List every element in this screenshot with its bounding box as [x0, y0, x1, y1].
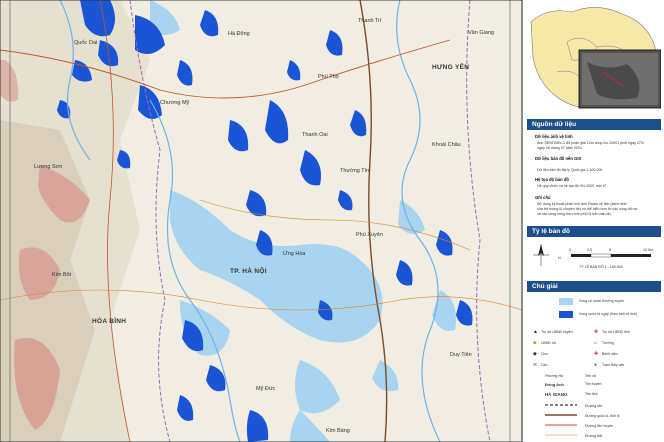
scale-tick-0: 0 [569, 248, 571, 252]
place-duy-tien: Duy Tiên [450, 352, 472, 358]
src-gis-head: Dữ liệu bản đồ nền GIS [535, 156, 582, 161]
place-phu-tho-ward: Phú Thọ [318, 74, 339, 80]
scale-bar [533, 244, 651, 266]
school-icon: ⌂ [594, 340, 598, 346]
legend-market: Chợ [541, 352, 548, 356]
place-phu-xuyen: Phú Xuyên [356, 232, 383, 238]
legend-capital: Trụ sở UBND tỉnh [602, 330, 630, 334]
legend-bridge: Cầu [541, 363, 548, 367]
legend-line-samples [545, 404, 577, 436]
place-thanh-tri: Thanh Trì [358, 18, 382, 24]
src-satellite-line2: ngày 26 tháng 07 năm 2024 [537, 146, 582, 150]
sample-ward-label: Tên xã [585, 374, 596, 378]
sources-header: Nguồn dữ liệu [527, 119, 661, 130]
legend-flood-swatch [559, 311, 573, 318]
legend-admin: Trụ sở UBND huyện [541, 330, 573, 334]
sample-province-name: HÀ GIANG [545, 392, 568, 397]
sample-district-label: Tên huyện [585, 382, 602, 386]
legend-station: Trạm thủy văn [602, 363, 625, 367]
legend-railway: Đường sắt [585, 404, 602, 408]
admin-icon: ▲ [533, 329, 538, 335]
map-info-panel: Nguồn dữ liệu Dữ liệu ảnh vệ tinh Ảnh SE… [522, 0, 664, 442]
legend-school: Trường [602, 341, 614, 345]
place-ung-hoa: Ứng Hòa [283, 251, 306, 257]
src-satellite-head: Dữ liệu ảnh vệ tinh [535, 134, 573, 139]
legend-header: Chú giải [527, 281, 661, 292]
place-chuong-my: Chương Mỹ [160, 100, 190, 106]
note-head: Ghi chú [535, 195, 551, 200]
legend-district-road: Đường liên huyện [585, 424, 613, 428]
place-thanh-oai: Thanh Oai [302, 132, 328, 138]
market-icon: ◆ [533, 351, 537, 357]
flood-map[interactable]: Quốc Oai Hà Đông Thanh Trì Chương Mỹ Tha… [0, 0, 522, 442]
place-luong-son: Lương Sơn [34, 164, 63, 170]
note-line3: và các vùng nông thực trên phủ lệ trên b… [537, 212, 612, 216]
place-my-duc: Mỹ Đức [256, 386, 276, 392]
scale-tick-3: 10 Km [643, 248, 654, 252]
legend-water-label: Vùng có nước thường xuyên [579, 299, 624, 303]
place-kim-bang: Kim Bảng [326, 428, 350, 434]
place-kim-boi: Kim Bôi [52, 272, 71, 278]
legend-highway: Đường quốc lộ, tỉnh lộ [585, 414, 620, 418]
place-ha-dong: Hà Đông [228, 31, 250, 37]
region-hung-yen: HƯNG YÊN [432, 64, 470, 71]
sample-district-name: Đông Anh [545, 382, 564, 387]
north-label: N [558, 256, 561, 260]
scale-header: Tỷ lệ bản đồ [527, 226, 661, 237]
region-tp-ha-noi: TP. HÀ NỘI [230, 268, 267, 275]
scale-tick-1: 2,5 [587, 248, 592, 252]
north-arrow-icon [533, 244, 549, 266]
bridge-icon: ≍ [533, 362, 538, 368]
legend-water-swatch [559, 298, 573, 305]
scale-caption: TỶ LỆ BẢN ĐỒ 1 : 100.000 [579, 265, 623, 269]
place-thuong-tin: Thường Tín [340, 168, 370, 174]
capital-icon: ✚ [594, 329, 599, 335]
src-crs-head: Hệ tọa độ bản đồ [535, 177, 569, 182]
place-van-giang: Văn Giang [468, 30, 494, 36]
place-khoai-chau: Khoái Châu [432, 142, 461, 148]
sample-province-label: Tên tỉnh [585, 392, 598, 396]
scale-tick-2: 5 [609, 248, 611, 252]
hospital-icon: ✚ [594, 351, 599, 357]
legend-hospital: Bệnh viện [602, 352, 618, 356]
place-quoc-oai: Quốc Oai [74, 40, 98, 46]
legend-flood-label: Vùng nước bị ngập (theo ảnh vệ tinh) [579, 312, 638, 316]
src-gis-line1: Dữ liệu bản đồ địa lý Quốc gia 1:100.000 [537, 168, 603, 172]
ward-icon: ■ [533, 340, 537, 346]
region-hoa-binh: HÒA BÌNH [92, 318, 127, 325]
src-crs-line1: Hệ quy chiếu và hệ tọa độ VN-2000, múi 6… [537, 184, 607, 188]
sample-ward-name: Phường Hà [545, 374, 563, 378]
station-icon: ● [594, 362, 598, 368]
legend-dirt-road: Đường đất [585, 434, 602, 438]
legend-ward: UBND xã [541, 341, 556, 345]
locator-map [527, 2, 661, 114]
